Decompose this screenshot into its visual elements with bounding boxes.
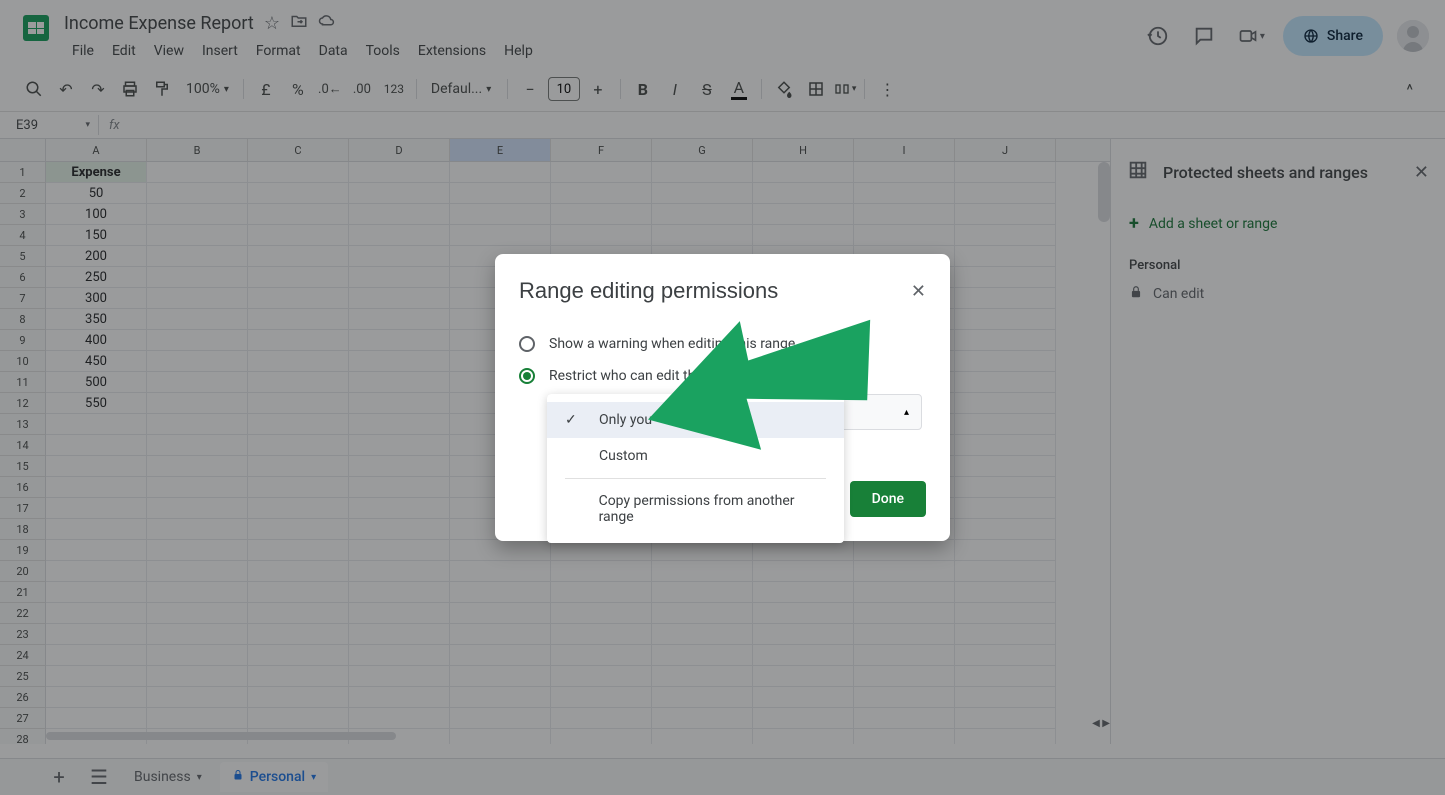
done-button[interactable]: Done <box>850 481 926 517</box>
restrict-dropdown-menu: ✓ Only you Custom Copy permissions from … <box>547 394 844 543</box>
radio-unchecked-icon <box>519 336 535 352</box>
radio-restrict[interactable]: Restrict who can edit this range <box>519 360 926 392</box>
dropdown-arrow-up-icon: ▴ <box>904 407 909 418</box>
close-icon[interactable]: ✕ <box>911 281 926 302</box>
dropdown-option-copy[interactable]: Copy permissions from another range <box>547 483 844 535</box>
check-icon: ✓ <box>565 412 579 428</box>
dropdown-option-only-you[interactable]: ✓ Only you <box>547 402 844 438</box>
modal-title: Range editing permissions <box>519 278 778 304</box>
dropdown-option-custom[interactable]: Custom <box>547 438 844 474</box>
radio-show-warning[interactable]: Show a warning when editing this range <box>519 328 926 360</box>
radio-checked-icon <box>519 368 535 384</box>
